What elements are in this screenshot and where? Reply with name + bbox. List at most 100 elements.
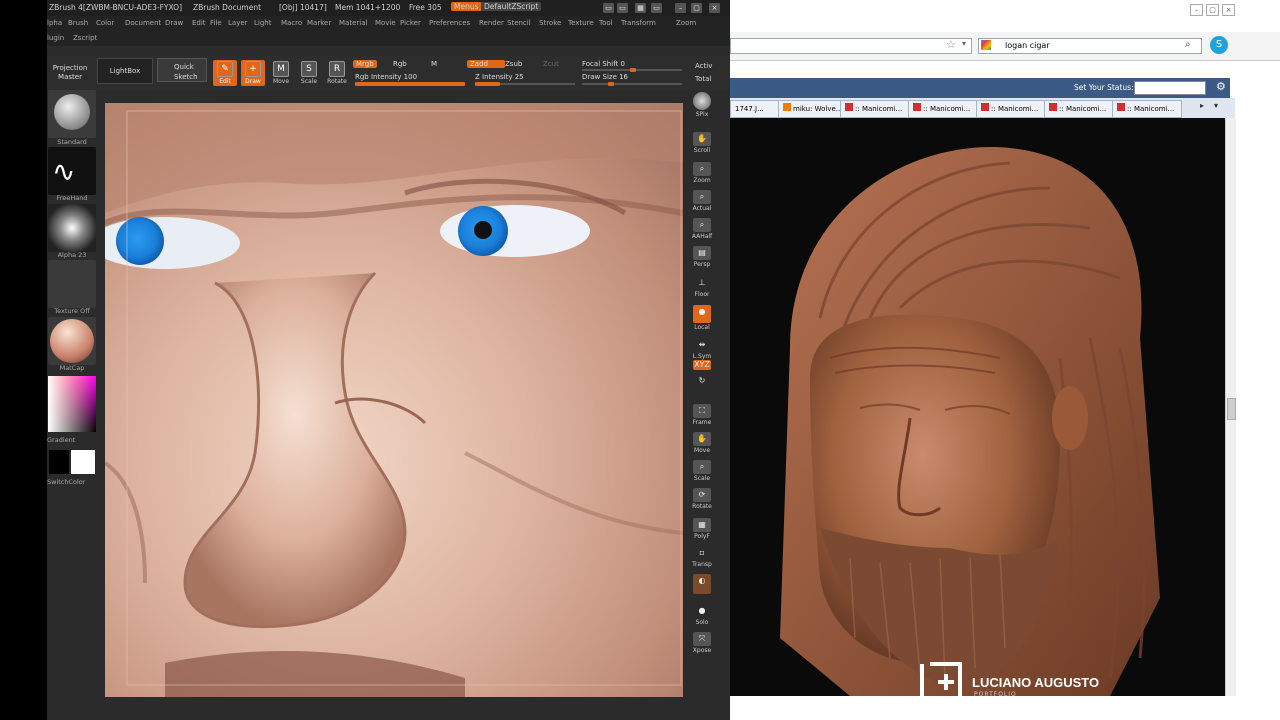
menu-item[interactable]: Layer xyxy=(228,19,248,27)
draw-button[interactable]: + Draw xyxy=(241,60,265,86)
address-bar[interactable] xyxy=(730,38,972,54)
menu-item[interactable]: Stencil xyxy=(507,19,531,27)
menus-button[interactable]: Menus xyxy=(451,2,482,11)
menu-item[interactable]: Document xyxy=(125,19,161,27)
default-zscript-button[interactable]: DefaultZScript xyxy=(481,2,542,11)
restore-icon[interactable]: ▢ xyxy=(1206,4,1219,16)
edit-button[interactable]: ✎ Edit xyxy=(213,60,237,86)
close-icon[interactable]: × xyxy=(709,3,720,13)
m-button[interactable]: M xyxy=(431,60,437,68)
menu-item[interactable]: Preferences xyxy=(429,19,470,27)
close-icon[interactable]: × xyxy=(1222,4,1235,16)
switchcolor-button[interactable]: SwitchColor xyxy=(47,478,97,486)
frame-button[interactable]: ⛶ Frame xyxy=(689,404,715,428)
menu-item[interactable]: lugin xyxy=(47,34,64,42)
lsym-button[interactable]: ⇹ L.Sym xyxy=(689,338,715,362)
scroll-button[interactable]: ✋ Scroll xyxy=(689,132,715,156)
menu-item[interactable]: Transform xyxy=(621,19,656,27)
search-input[interactable]: logan cigar xyxy=(1005,41,1050,50)
zsub-button[interactable]: Zsub xyxy=(505,60,522,68)
minimize-icon[interactable]: – xyxy=(675,3,686,13)
zoom-button[interactable]: ⌕ Zoom xyxy=(689,162,715,186)
search-icon[interactable]: ⌕ xyxy=(1185,39,1191,50)
floor-button[interactable]: ⊥ Floor xyxy=(689,276,715,300)
rgb-button[interactable]: Rgb xyxy=(393,60,407,68)
tab[interactable]: :: Manicomi... xyxy=(840,100,910,118)
actual-button[interactable]: ⌕ Actual xyxy=(689,190,715,214)
tab[interactable]: :: Manicomi... xyxy=(1112,100,1182,118)
aahalf-button[interactable]: ⌕ AAHalf xyxy=(689,218,715,242)
rgb-intensity-slider[interactable]: Rgb Intensity 100 xyxy=(355,73,417,81)
move-button[interactable]: M Move xyxy=(269,60,293,86)
dropdown-icon[interactable]: ▾ xyxy=(962,39,966,48)
layout-icon[interactable]: ▦ xyxy=(635,3,646,13)
scrollbar-thumb[interactable] xyxy=(1227,398,1236,420)
scale-button[interactable]: S Scale xyxy=(297,60,321,86)
move-view-button[interactable]: ✋ Move xyxy=(689,432,715,456)
menu-item[interactable]: Zscript xyxy=(73,34,97,42)
rotate-button[interactable]: R Rotate xyxy=(325,60,349,86)
solo-button[interactable]: ● Solo xyxy=(689,604,715,628)
rotate-view-button[interactable]: ⟳ Rotate xyxy=(689,488,715,512)
layout-icon[interactable]: ▭ xyxy=(651,3,662,13)
star-icon[interactable]: ☆ xyxy=(946,38,956,51)
tab[interactable]: :: Manicomi... xyxy=(976,100,1046,118)
page-scrollbar[interactable] xyxy=(1225,118,1236,696)
rgb-intensity-track[interactable] xyxy=(355,82,465,86)
projection-master-button[interactable]: Projection Master xyxy=(47,64,93,82)
menu-item[interactable]: Stroke xyxy=(539,19,561,27)
gear-icon[interactable]: ⚙ xyxy=(1216,80,1226,93)
menu-item[interactable]: Tool xyxy=(599,19,613,27)
tab[interactable]: miku: Wolve... xyxy=(778,100,842,118)
primary-color-swatch[interactable] xyxy=(71,450,95,474)
persp-button[interactable]: ▤ Persp xyxy=(689,246,715,270)
material-tile[interactable] xyxy=(48,317,96,365)
menu-item[interactable]: Brush xyxy=(68,19,88,27)
menu-item[interactable]: Picker xyxy=(400,19,421,27)
xpose-button[interactable]: ⤧ Xpose xyxy=(689,632,715,656)
tab[interactable]: :: Manicomi... xyxy=(1044,100,1114,118)
menu-item[interactable]: Movie xyxy=(375,19,396,27)
tab-list-icon[interactable]: ▾ xyxy=(1214,101,1218,110)
status-input[interactable] xyxy=(1134,81,1206,95)
rotate-axis-icon[interactable]: ↻ xyxy=(689,374,715,398)
quick-sketch-button[interactable]: Quick Sketch xyxy=(157,58,207,82)
spix-button[interactable]: SPix xyxy=(689,92,715,118)
draw-size-slider[interactable]: Draw Size 16 xyxy=(582,73,628,81)
menu-item[interactable]: Zoom xyxy=(676,19,696,27)
zcut-button[interactable]: Zcut xyxy=(543,60,559,68)
zadd-button[interactable]: Zadd xyxy=(467,60,505,68)
secondary-color-swatch[interactable] xyxy=(49,450,69,474)
menu-item[interactable]: Material xyxy=(339,19,367,27)
zbrush-canvas[interactable] xyxy=(105,103,683,697)
scale-view-button[interactable]: ⌕ Scale xyxy=(689,460,715,484)
polyf-button[interactable]: ▦ PolyF xyxy=(689,518,715,542)
alpha-tile[interactable] xyxy=(48,204,96,252)
z-intensity-track[interactable] xyxy=(475,82,575,86)
menu-item[interactable]: Macro xyxy=(281,19,302,27)
search-box[interactable]: logan cigar ⌕ xyxy=(978,38,1202,54)
menu-item[interactable]: lpha xyxy=(47,19,62,27)
focal-shift-slider[interactable]: Focal Shift 0 xyxy=(582,60,625,68)
menu-item[interactable]: File xyxy=(210,19,222,27)
skype-icon[interactable]: S xyxy=(1210,36,1228,54)
menu-item[interactable]: Color xyxy=(96,19,114,27)
menu-item[interactable]: Light xyxy=(254,19,271,27)
minimize-icon[interactable]: – xyxy=(1190,4,1203,16)
texture-tile[interactable] xyxy=(48,260,96,308)
menu-item[interactable]: Edit xyxy=(192,19,206,27)
layout-icon[interactable]: ▭ xyxy=(617,3,628,13)
menu-item[interactable]: Texture xyxy=(568,19,594,27)
mrgb-button[interactable]: Mrgb xyxy=(353,60,377,68)
tab[interactable]: :: Manicomi... xyxy=(908,100,978,118)
local-button[interactable]: ● Local xyxy=(689,305,715,331)
lightbox-button[interactable]: LightBox xyxy=(97,58,153,84)
menu-item[interactable]: Draw xyxy=(165,19,183,27)
freehand-stroke-tile[interactable]: ∿ xyxy=(48,147,96,195)
color-picker[interactable] xyxy=(48,376,96,432)
menu-item[interactable]: Marker xyxy=(307,19,331,27)
focal-shift-track[interactable] xyxy=(582,68,682,72)
transp-button[interactable]: ▫ Transp xyxy=(689,546,715,570)
tab-scroll-icon[interactable]: ▸ xyxy=(1200,101,1204,110)
ghost-button[interactable]: ◐ xyxy=(689,574,715,598)
